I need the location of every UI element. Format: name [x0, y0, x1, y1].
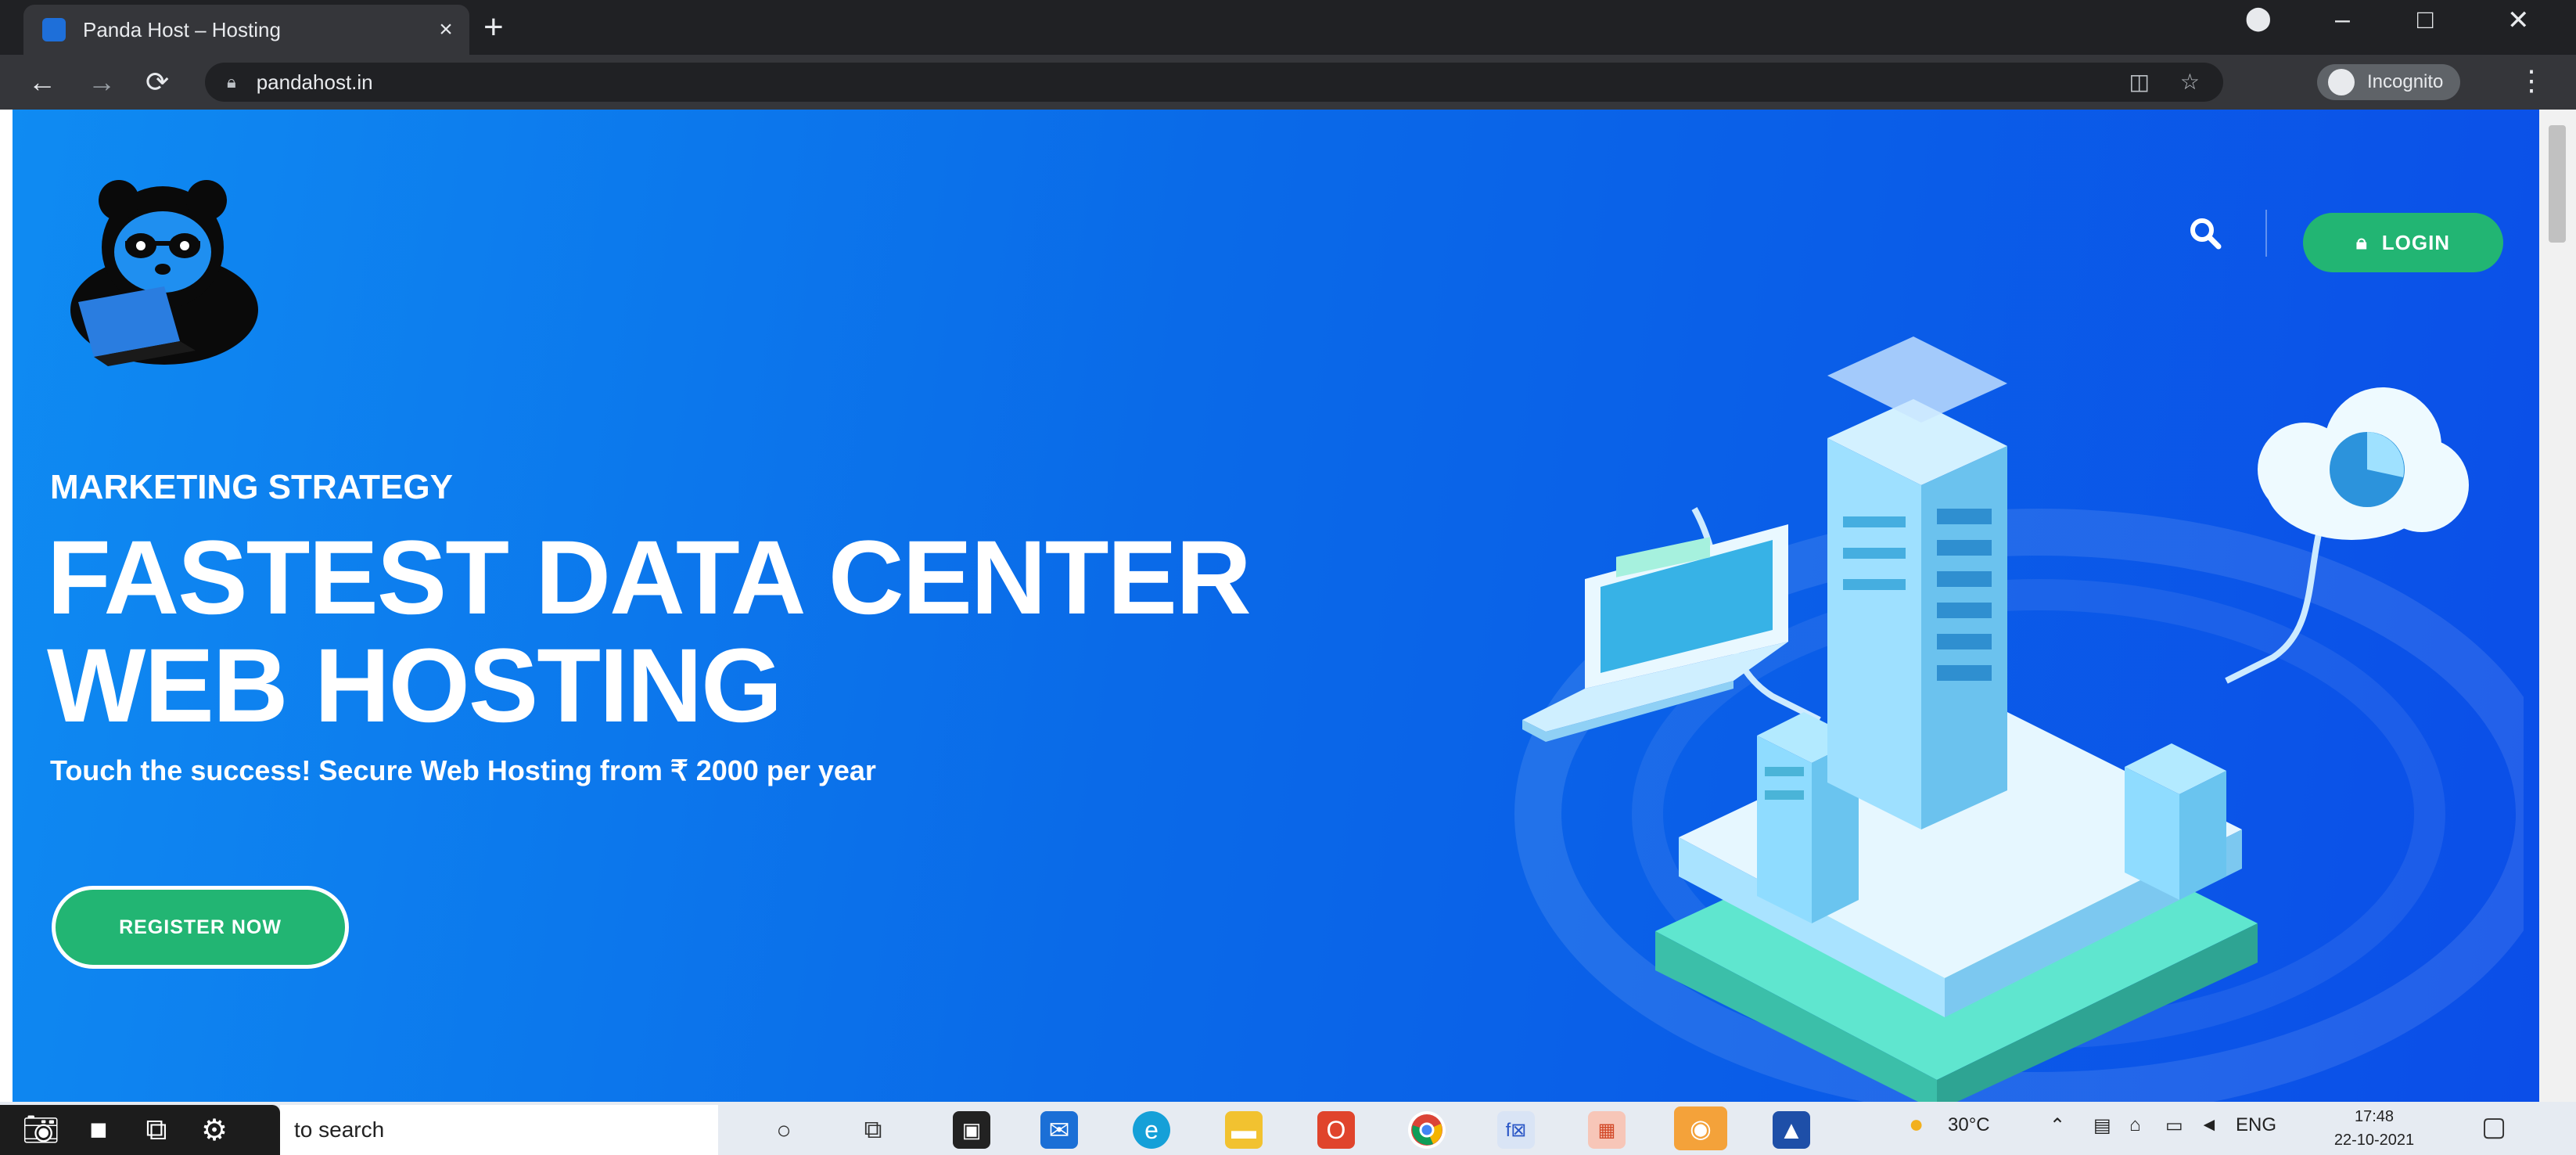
- taskbar-clock[interactable]: 17:48 22-10-2021: [2331, 1105, 2417, 1152]
- app-icon[interactable]: f⊠: [1497, 1111, 1535, 1149]
- powerpoint-icon[interactable]: ▦: [1588, 1111, 1626, 1149]
- reload-icon[interactable]: ⟳: [146, 66, 169, 99]
- data-center-illustration: [1514, 336, 2524, 1102]
- browser-menu-icon[interactable]: ⋮: [2517, 64, 2545, 97]
- hero-headline-line1: FASTEST DATA CENTER: [47, 520, 1252, 636]
- forward-arrow-icon[interactable]: →: [88, 66, 116, 99]
- panda-host-logo[interactable]: [47, 169, 282, 372]
- language-indicator[interactable]: ENG: [2236, 1114, 2276, 1136]
- extensions-icon[interactable]: ⬤: [2245, 5, 2272, 32]
- window-capture-icon[interactable]: ⧉: [138, 1114, 175, 1147]
- browser-tab-active[interactable]: Panda Host – Hosting ×: [23, 5, 469, 55]
- incognito-profile-button[interactable]: Incognito: [2317, 64, 2461, 100]
- weather-temp[interactable]: 30°C: [1948, 1114, 1990, 1136]
- office-icon[interactable]: O: [1317, 1111, 1355, 1149]
- hero-subtext: Touch the success! Secure Web Hosting fr…: [50, 754, 876, 786]
- browser-toolbar: ← → ⟳ 🔒︎ pandahost.in ◫ ☆ Incognito ⋮: [0, 55, 2576, 110]
- taskbar-search-box[interactable]: to search: [280, 1105, 718, 1155]
- battery-icon[interactable]: ▭: [2165, 1114, 2183, 1137]
- nav-divider: [2265, 210, 2267, 257]
- search-icon[interactable]: [2187, 215, 2223, 251]
- scrollbar-thumb[interactable]: [2549, 125, 2566, 243]
- task-view-icon[interactable]: ⧉: [854, 1111, 892, 1149]
- site-favicon-icon: [42, 18, 66, 41]
- photos-icon[interactable]: ▲: [1773, 1111, 1810, 1149]
- camera-icon[interactable]: 📷︎: [22, 1113, 59, 1147]
- snipping-toolbar: 📷︎ ■ ⧉ ⚙: [0, 1105, 280, 1155]
- tray-chevron-icon[interactable]: ⌃: [2050, 1114, 2065, 1137]
- login-button[interactable]: 🔒︎ LOGIN: [2303, 213, 2503, 272]
- lock-icon: 🔒︎: [2355, 230, 2368, 254]
- new-tab-button[interactable]: +: [483, 8, 504, 47]
- hero-section: 🔒︎ LOGIN MARKETING STRATEGY FASTEST DATA…: [13, 110, 2539, 1102]
- cloud-icon: [2258, 387, 2469, 540]
- bookmark-star-icon[interactable]: ☆: [2180, 70, 2200, 94]
- network-icon[interactable]: ⌂: [2129, 1114, 2141, 1136]
- settings-gear-icon[interactable]: ⚙: [196, 1113, 233, 1148]
- hero-eyebrow: MARKETING STRATEGY: [50, 468, 453, 506]
- hero-headline-line2: WEB HOSTING: [47, 628, 782, 744]
- page-scrollbar[interactable]: [2539, 110, 2576, 1102]
- back-arrow-icon[interactable]: ←: [28, 66, 56, 99]
- store-icon[interactable]: ▣: [953, 1111, 990, 1149]
- incognito-label: Incognito: [2367, 71, 2444, 92]
- incognito-eye-icon[interactable]: ◫: [2129, 70, 2150, 94]
- clock-date: 22-10-2021: [2333, 1132, 2415, 1149]
- lock-icon: 🔒︎: [227, 72, 236, 92]
- tab-close-icon[interactable]: ×: [422, 16, 469, 43]
- video-icon[interactable]: ■: [80, 1114, 117, 1147]
- edge-dev-icon[interactable]: ◉: [1674, 1106, 1727, 1150]
- file-explorer-icon[interactable]: ▬: [1225, 1111, 1263, 1149]
- clock-time: 17:48: [2354, 1108, 2395, 1125]
- incognito-avatar-icon: [2328, 69, 2355, 95]
- hero-headline: FASTEST DATA CENTER WEB HOSTING: [47, 524, 1252, 740]
- tab-title: Panda Host – Hosting: [83, 17, 281, 41]
- maximize-button[interactable]: □: [2417, 5, 2434, 35]
- cortana-icon[interactable]: ○: [765, 1111, 803, 1149]
- close-window-button[interactable]: ✕: [2507, 5, 2530, 36]
- login-label: LOGIN: [2381, 230, 2451, 254]
- minimize-button[interactable]: –: [2335, 5, 2350, 35]
- volume-icon[interactable]: ◄: [2200, 1114, 2219, 1136]
- mail-icon[interactable]: ✉: [1040, 1111, 1078, 1149]
- weather-icon[interactable]: ●: [1909, 1110, 1924, 1139]
- edge-browser-icon[interactable]: e: [1133, 1111, 1170, 1149]
- address-bar-url[interactable]: pandahost.in: [257, 70, 373, 95]
- address-bar[interactable]: 🔒︎ pandahost.in ◫ ☆: [205, 63, 2223, 102]
- browser-tabstrip: Panda Host – Hosting × + ⬤ – □ ✕: [0, 0, 2576, 55]
- notification-icon[interactable]: ▢: [2481, 1111, 2506, 1142]
- tray-app-icon[interactable]: ▤: [2093, 1114, 2111, 1137]
- chrome-icon[interactable]: [1408, 1111, 1446, 1149]
- register-now-button[interactable]: REGISTER NOW: [52, 886, 349, 969]
- taskbar-search-placeholder: to search: [294, 1117, 385, 1142]
